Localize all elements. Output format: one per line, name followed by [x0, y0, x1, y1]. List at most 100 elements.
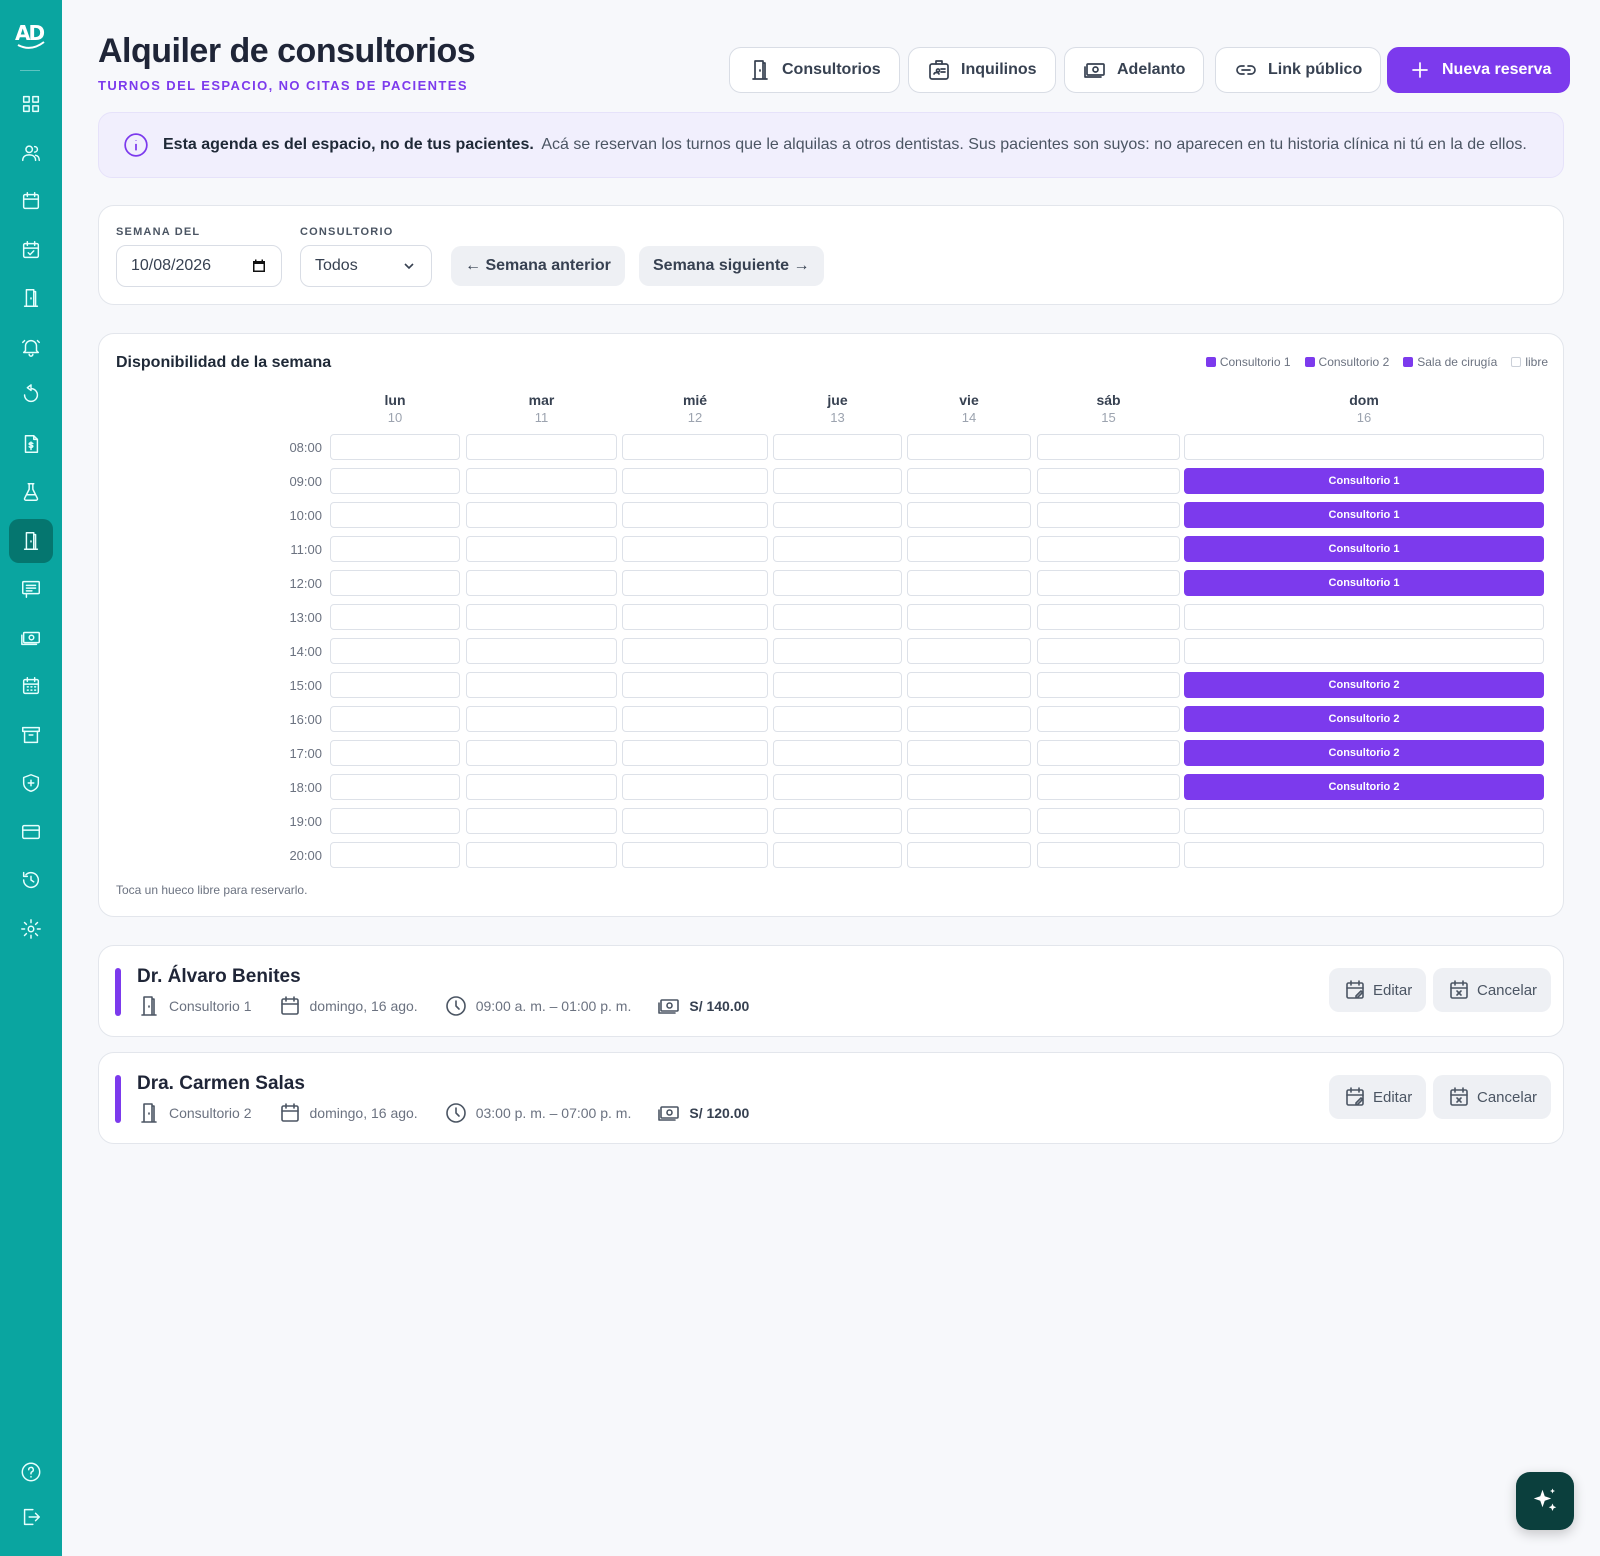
free-slot[interactable] — [1184, 808, 1544, 834]
next-week-button[interactable]: Semana siguiente → — [639, 246, 824, 286]
free-slot[interactable] — [773, 808, 902, 834]
sidebar-item-door[interactable] — [9, 276, 53, 320]
sidebar-item-credit-card[interactable] — [9, 810, 53, 854]
free-slot[interactable] — [1037, 672, 1180, 698]
free-slot[interactable] — [466, 536, 617, 562]
sidebar-item-dashboard[interactable] — [9, 82, 53, 126]
free-slot[interactable] — [773, 638, 902, 664]
booked-slot[interactable]: Consultorio 1 — [1184, 570, 1544, 596]
free-slot[interactable] — [1037, 706, 1180, 732]
free-slot[interactable] — [907, 706, 1031, 732]
free-slot[interactable] — [1037, 808, 1180, 834]
reservation-card[interactable]: Dr. Álvaro Benites Consultorio 1 domingo, … — [98, 945, 1564, 1037]
free-slot[interactable] — [773, 740, 902, 766]
free-slot[interactable] — [622, 672, 768, 698]
booked-slot[interactable]: Consultorio 1 — [1184, 502, 1544, 528]
free-slot[interactable] — [907, 808, 1031, 834]
free-slot[interactable] — [330, 706, 460, 732]
free-slot[interactable] — [622, 774, 768, 800]
free-slot[interactable] — [1037, 774, 1180, 800]
free-slot[interactable] — [907, 672, 1031, 698]
sidebar-item-calendar-check[interactable] — [9, 228, 53, 272]
free-slot[interactable] — [330, 536, 460, 562]
free-slot[interactable] — [330, 842, 460, 868]
free-slot[interactable] — [466, 672, 617, 698]
sidebar-item-calendar-grid[interactable] — [9, 664, 53, 708]
sidebar-item-gear[interactable] — [9, 907, 53, 951]
adelanto-button[interactable]: Adelanto — [1064, 47, 1205, 93]
free-slot[interactable] — [773, 502, 902, 528]
free-slot[interactable] — [330, 502, 460, 528]
free-slot[interactable] — [622, 638, 768, 664]
consultorios-button[interactable]: Consultorios — [729, 47, 900, 93]
booked-slot[interactable]: Consultorio 2 — [1184, 672, 1544, 698]
free-slot[interactable] — [1037, 536, 1180, 562]
free-slot[interactable] — [330, 570, 460, 596]
free-slot[interactable] — [622, 740, 768, 766]
free-slot[interactable] — [1184, 638, 1544, 664]
free-slot[interactable] — [907, 740, 1031, 766]
free-slot[interactable] — [907, 434, 1031, 460]
prev-week-button[interactable]: ← Semana anterior — [451, 246, 625, 286]
sidebar-item-door[interactable] — [9, 518, 53, 563]
free-slot[interactable] — [773, 706, 902, 732]
free-slot[interactable] — [622, 536, 768, 562]
free-slot[interactable] — [622, 434, 768, 460]
booked-slot[interactable]: Consultorio 2 — [1184, 706, 1544, 732]
free-slot[interactable] — [330, 774, 460, 800]
free-slot[interactable] — [330, 740, 460, 766]
sidebar-item-refresh[interactable] — [9, 373, 53, 417]
free-slot[interactable] — [622, 842, 768, 868]
free-slot[interactable] — [466, 706, 617, 732]
free-slot[interactable] — [907, 468, 1031, 494]
sidebar-item-patients[interactable] — [9, 131, 53, 175]
free-slot[interactable] — [466, 570, 617, 596]
sidebar-item-history[interactable] — [9, 858, 53, 902]
free-slot[interactable] — [622, 502, 768, 528]
booked-slot[interactable]: Consultorio 2 — [1184, 774, 1544, 800]
calendar-picker-icon[interactable] — [251, 258, 267, 274]
free-slot[interactable] — [466, 638, 617, 664]
cancel-reservation-button[interactable]: Cancelar — [1433, 1075, 1552, 1119]
free-slot[interactable] — [1184, 434, 1544, 460]
booked-slot[interactable]: Consultorio 2 — [1184, 740, 1544, 766]
free-slot[interactable] — [773, 434, 902, 460]
free-slot[interactable] — [466, 604, 617, 630]
app-logo[interactable]: AD — [14, 18, 48, 52]
free-slot[interactable] — [907, 536, 1031, 562]
sidebar-item-shield[interactable] — [9, 761, 53, 805]
free-slot[interactable] — [773, 536, 902, 562]
free-slot[interactable] — [330, 604, 460, 630]
nueva-reserva-button[interactable]: Nueva reserva — [1387, 47, 1571, 93]
week-date-input[interactable]: 10/08/2026 — [116, 245, 282, 287]
free-slot[interactable] — [466, 808, 617, 834]
free-slot[interactable] — [907, 570, 1031, 596]
free-slot[interactable] — [466, 842, 617, 868]
free-slot[interactable] — [1037, 740, 1180, 766]
sidebar-item-archive[interactable] — [9, 713, 53, 757]
link-publico-button[interactable]: Link público — [1215, 47, 1382, 93]
free-slot[interactable] — [1184, 604, 1544, 630]
room-select[interactable]: Todos — [300, 245, 432, 287]
free-slot[interactable] — [622, 570, 768, 596]
free-slot[interactable] — [466, 774, 617, 800]
free-slot[interactable] — [1037, 638, 1180, 664]
sidebar-item-invoice[interactable] — [9, 422, 53, 466]
sidebar-item-help[interactable] — [9, 1450, 53, 1494]
free-slot[interactable] — [773, 672, 902, 698]
free-slot[interactable] — [1184, 842, 1544, 868]
free-slot[interactable] — [907, 638, 1031, 664]
free-slot[interactable] — [466, 502, 617, 528]
free-slot[interactable] — [907, 774, 1031, 800]
ai-assistant-button[interactable] — [1516, 1472, 1574, 1530]
free-slot[interactable] — [773, 570, 902, 596]
free-slot[interactable] — [330, 468, 460, 494]
booked-slot[interactable]: Consultorio 1 — [1184, 536, 1544, 562]
free-slot[interactable] — [1037, 434, 1180, 460]
free-slot[interactable] — [773, 468, 902, 494]
free-slot[interactable] — [773, 842, 902, 868]
sidebar-item-lab-flask[interactable] — [9, 470, 53, 514]
edit-reservation-button[interactable]: Editar — [1329, 968, 1427, 1012]
free-slot[interactable] — [1037, 604, 1180, 630]
free-slot[interactable] — [907, 502, 1031, 528]
